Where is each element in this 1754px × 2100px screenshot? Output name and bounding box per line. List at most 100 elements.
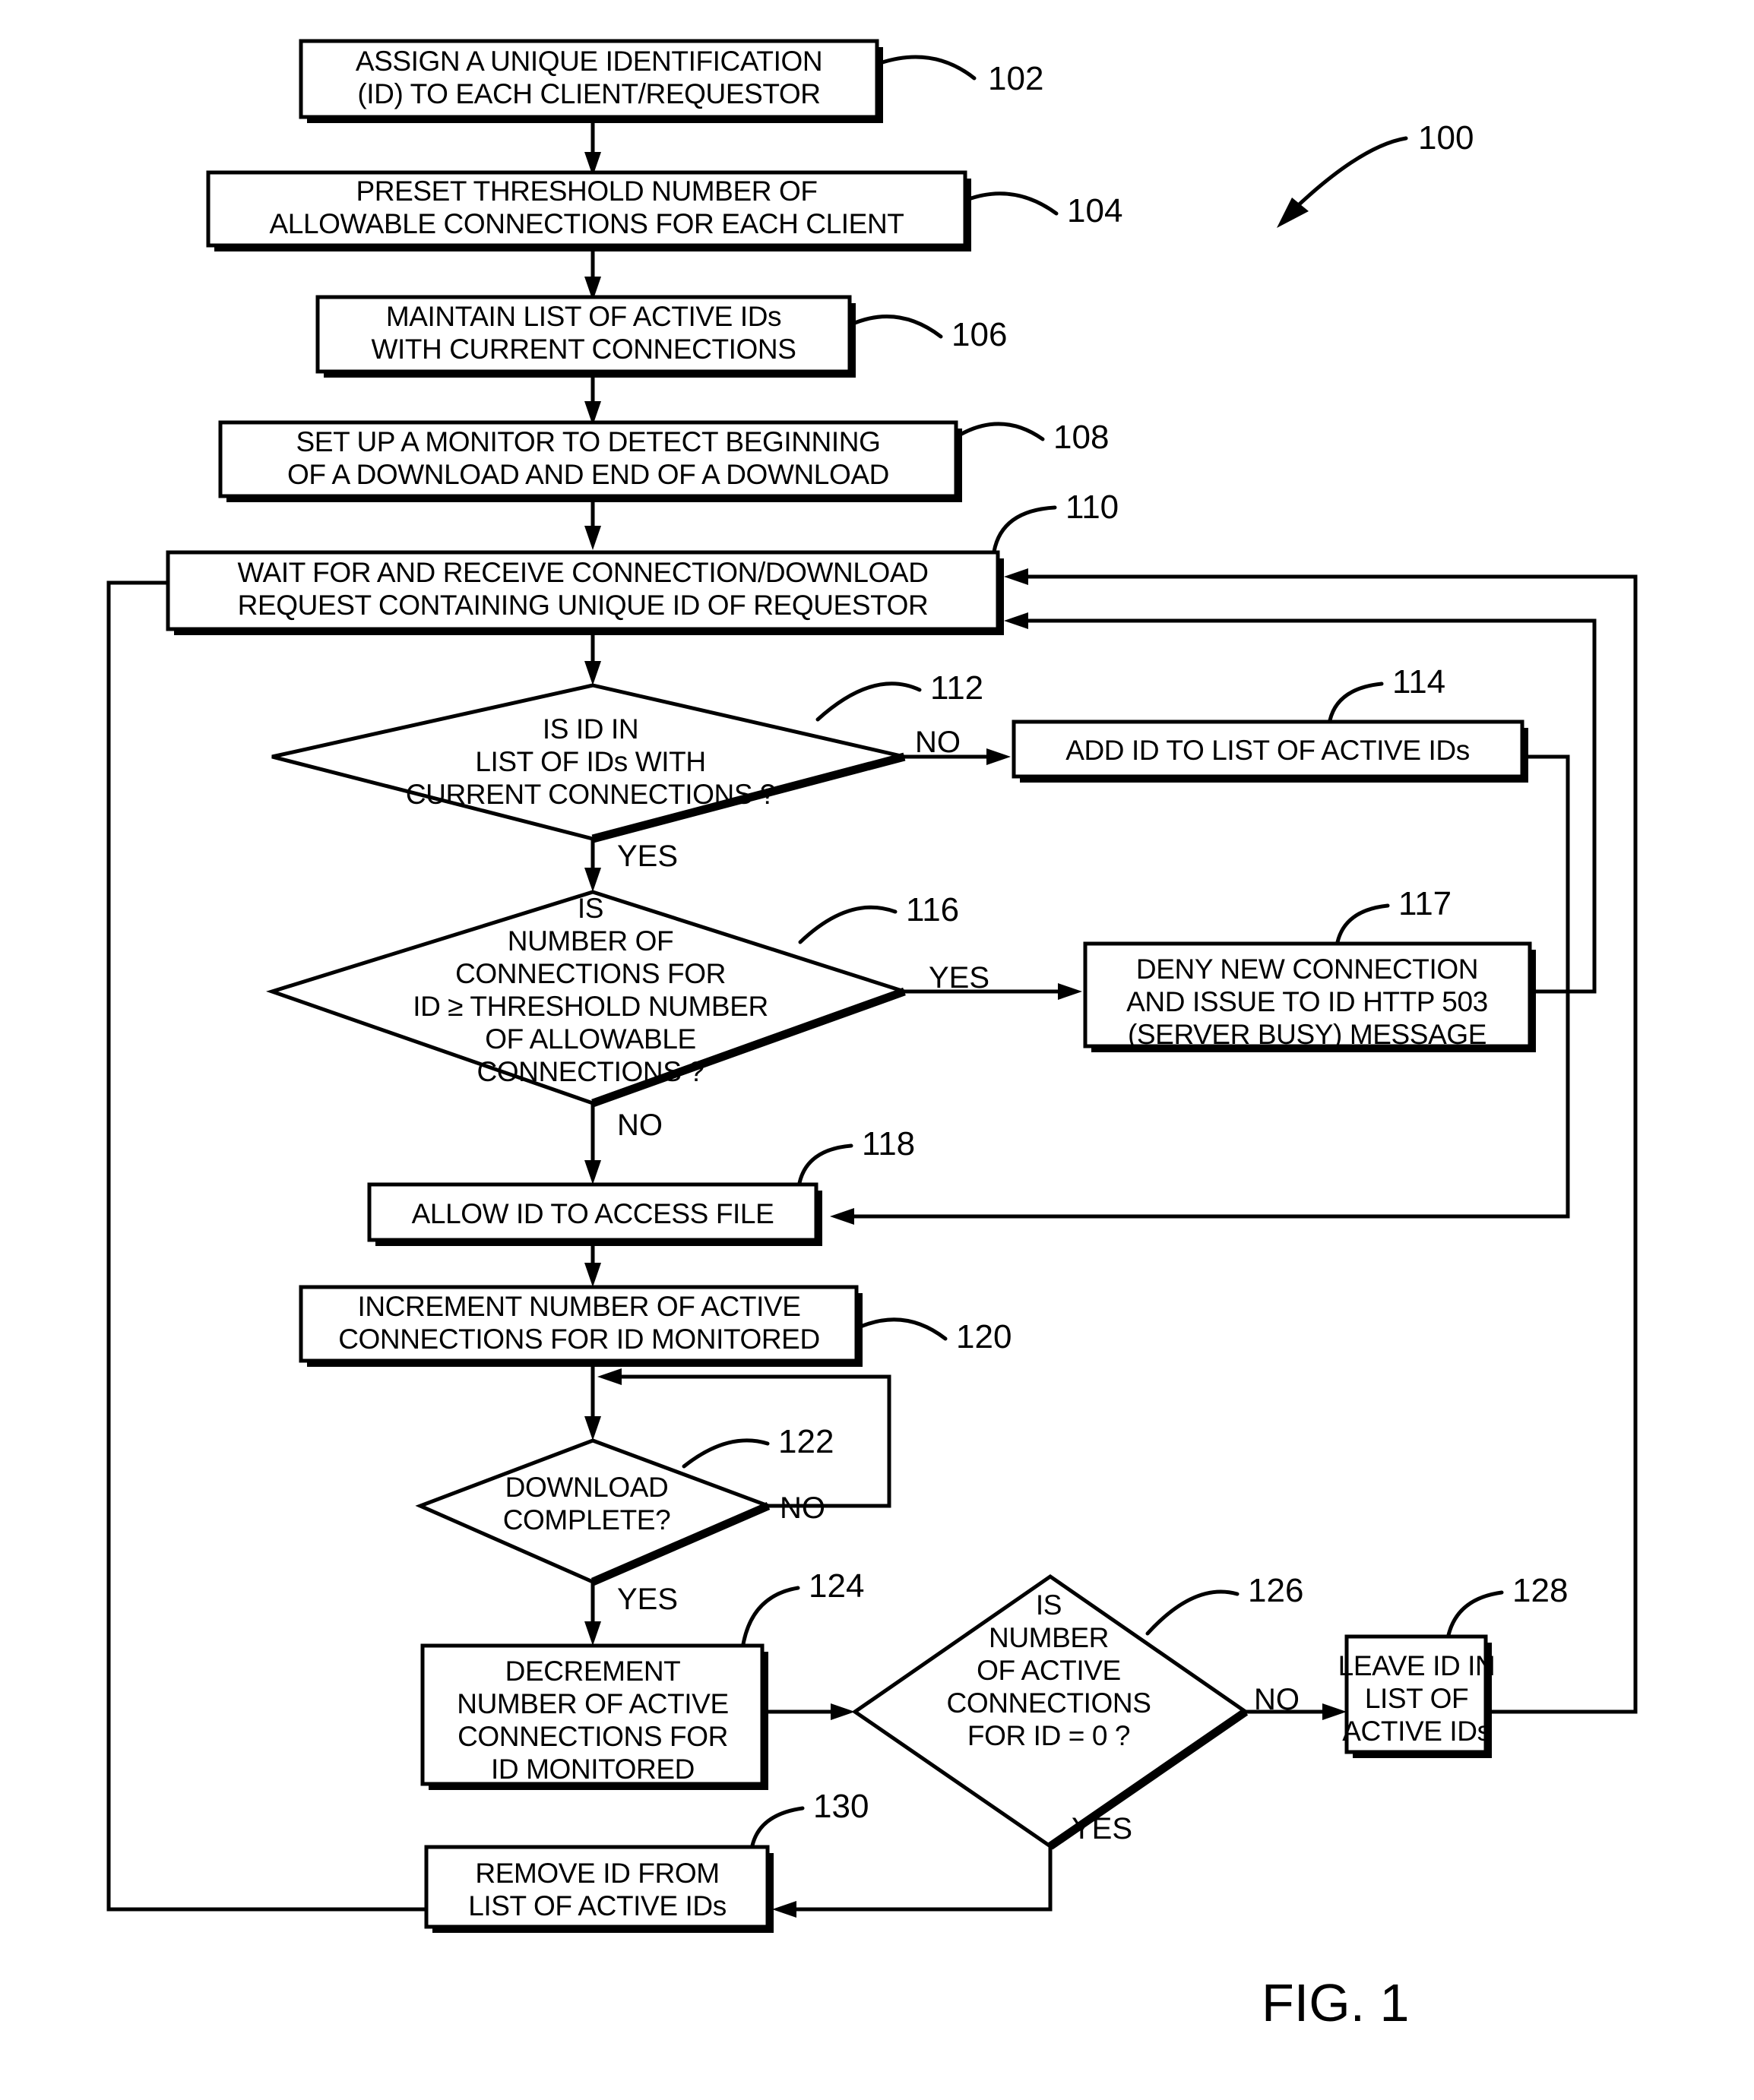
node-label-line: LEAVE ID IN bbox=[1338, 1650, 1496, 1681]
node-label-line: REMOVE ID FROM bbox=[475, 1858, 719, 1889]
leader-line bbox=[1335, 903, 1390, 944]
ref-numeral: 116 bbox=[906, 891, 959, 928]
arrowhead bbox=[986, 748, 1011, 765]
figure-label: FIG. 1 bbox=[1262, 1973, 1409, 2032]
node-102[interactable]: ASSIGN A UNIQUE IDENTIFICATION (ID) TO E… bbox=[299, 39, 1043, 123]
leader-line bbox=[964, 191, 1059, 216]
node-label-line: REQUEST CONTAINING UNIQUE ID OF REQUESTO… bbox=[238, 590, 929, 621]
branch-label-yes: YES bbox=[929, 961, 989, 995]
arrowhead bbox=[1004, 568, 1028, 585]
node-label-line: ADD ID TO LIST OF ACTIVE IDs bbox=[1065, 735, 1470, 766]
node-label-line: DOWNLOAD bbox=[505, 1472, 669, 1503]
leader-line bbox=[1145, 1589, 1240, 1636]
arrowhead bbox=[584, 661, 601, 685]
overall-reference: 100 bbox=[1277, 119, 1474, 228]
node-label-line: LIST OF ACTIVE IDs bbox=[468, 1890, 727, 1921]
flowchart-svg: ASSIGN A UNIQUE IDENTIFICATION (ID) TO E… bbox=[106, 39, 1638, 2032]
node-label-line: SET UP A MONITOR TO DETECT BEGINNING bbox=[296, 426, 881, 457]
node-117[interactable]: DENY NEW CONNECTION AND ISSUE TO ID HTTP… bbox=[1083, 885, 1536, 1052]
ref-numeral: 126 bbox=[1248, 1572, 1303, 1609]
branch-label-yes: YES bbox=[1072, 1812, 1132, 1845]
ref-numeral: 114 bbox=[1392, 663, 1445, 701]
leader-line bbox=[815, 682, 922, 722]
node-label-line: IS bbox=[578, 893, 603, 924]
leader-curve bbox=[1290, 136, 1408, 213]
node-label-line: INCREMENT NUMBER OF ACTIVE bbox=[357, 1291, 800, 1322]
leader-line bbox=[855, 1317, 948, 1341]
arrowhead bbox=[584, 1621, 601, 1646]
leader-line bbox=[849, 315, 943, 339]
node-label-line: DECREMENT bbox=[505, 1656, 681, 1687]
arrowhead bbox=[584, 868, 601, 892]
edge-117-110-return bbox=[1015, 618, 1597, 994]
arrowhead bbox=[772, 1901, 796, 1918]
node-label-line: IS ID IN bbox=[543, 713, 638, 745]
node-label-line: WAIT FOR AND RECEIVE CONNECTION/DOWNLOAD bbox=[237, 557, 928, 588]
leader-line bbox=[798, 905, 898, 944]
leader-line bbox=[750, 1806, 805, 1848]
node-label-line: COMPLETE? bbox=[503, 1504, 671, 1535]
node-label-line: CONNECTIONS FOR bbox=[457, 1721, 728, 1752]
arrowhead bbox=[584, 1263, 601, 1287]
arrowhead bbox=[584, 1416, 601, 1441]
branch-label-no: NO bbox=[617, 1109, 663, 1142]
arrowhead bbox=[597, 1368, 622, 1385]
branch-label-yes: YES bbox=[617, 1583, 678, 1616]
node-label-line: ALLOW ID TO ACCESS FILE bbox=[412, 1198, 774, 1229]
leader-line bbox=[992, 505, 1057, 554]
ref-numeral: 110 bbox=[1065, 489, 1119, 526]
leader-line bbox=[878, 55, 977, 81]
ref-numeral: 124 bbox=[809, 1567, 864, 1605]
node-label-line: OF ACTIVE bbox=[977, 1655, 1121, 1686]
node-label-line: DENY NEW CONNECTION bbox=[1136, 954, 1478, 985]
node-label-line: AND ISSUE TO ID HTTP 503 bbox=[1126, 986, 1488, 1017]
node-112[interactable]: IS ID IN LIST OF IDs WITH CURRENT CONNEC… bbox=[271, 669, 983, 873]
arrowhead bbox=[1058, 983, 1082, 1000]
node-label-line: CURRENT CONNECTIONS ? bbox=[406, 779, 775, 810]
arrowhead bbox=[1004, 612, 1028, 629]
ref-numeral: 122 bbox=[778, 1423, 834, 1460]
ref-numeral: 100 bbox=[1418, 119, 1474, 157]
leader-line bbox=[741, 1586, 800, 1646]
leader-line bbox=[1446, 1590, 1504, 1637]
ref-numeral: 102 bbox=[988, 60, 1043, 97]
node-label-line: IS bbox=[1036, 1589, 1062, 1621]
node-label-line: LIST OF bbox=[1365, 1683, 1468, 1714]
node-label-line: CONNECTIONS FOR bbox=[455, 958, 726, 989]
node-label-line: ACTIVE IDs bbox=[1342, 1716, 1490, 1747]
branch-label-no: NO bbox=[780, 1491, 825, 1525]
node-128[interactable]: LEAVE ID IN LIST OF ACTIVE IDs 128 bbox=[1338, 1572, 1569, 1758]
branch-label-no: NO bbox=[1254, 1683, 1300, 1716]
node-104[interactable]: PRESET THRESHOLD NUMBER OF ALLOWABLE CON… bbox=[206, 170, 1122, 251]
patent-figure: ASSIGN A UNIQUE IDENTIFICATION (ID) TO E… bbox=[0, 0, 1754, 2100]
node-label-line: (ID) TO EACH CLIENT/REQUESTOR bbox=[357, 78, 820, 109]
node-label-line: NUMBER OF bbox=[508, 925, 673, 957]
leader-line bbox=[955, 422, 1045, 441]
ref-numeral: 108 bbox=[1053, 419, 1109, 456]
ref-numeral: 104 bbox=[1067, 192, 1122, 229]
node-label-line: PRESET THRESHOLD NUMBER OF bbox=[356, 176, 817, 207]
node-label-line: ID MONITORED bbox=[491, 1754, 695, 1785]
node-120[interactable]: INCREMENT NUMBER OF ACTIVE CONNECTIONS F… bbox=[299, 1285, 1012, 1367]
branch-label-no: NO bbox=[915, 726, 961, 759]
ref-numeral: 128 bbox=[1512, 1572, 1568, 1609]
node-108[interactable]: SET UP A MONITOR TO DETECT BEGINNING OF … bbox=[218, 419, 1109, 502]
node-label-line: ASSIGN A UNIQUE IDENTIFICATION bbox=[356, 46, 822, 77]
node-label-line: OF A DOWNLOAD AND END OF A DOWNLOAD bbox=[287, 459, 889, 490]
node-122[interactable]: DOWNLOAD COMPLETE? 122 NO YES bbox=[415, 1423, 834, 1616]
node-126[interactable]: IS NUMBER OF ACTIVE CONNECTIONS FOR ID =… bbox=[851, 1572, 1303, 1850]
node-label-line: CONNECTIONS bbox=[947, 1687, 1151, 1719]
node-label-line: OF ALLOWABLE bbox=[485, 1023, 696, 1055]
node-114[interactable]: ADD ID TO LIST OF ACTIVE IDs 114 bbox=[1012, 663, 1528, 783]
node-110[interactable]: WAIT FOR AND RECEIVE CONNECTION/DOWNLOAD… bbox=[166, 489, 1119, 635]
ref-numeral: 120 bbox=[956, 1318, 1012, 1355]
node-106[interactable]: MAINTAIN LIST OF ACTIVE IDs WITH CURRENT… bbox=[315, 295, 1007, 378]
node-label-line: WITH CURRENT CONNECTIONS bbox=[371, 334, 796, 365]
node-label-line: CONNECTIONS ? bbox=[476, 1056, 704, 1087]
node-116[interactable]: IS NUMBER OF CONNECTIONS FOR ID ≥ THRESH… bbox=[266, 890, 989, 1142]
node-label-line: MAINTAIN LIST OF ACTIVE IDs bbox=[386, 301, 781, 332]
node-label-line: CONNECTIONS FOR ID MONITORED bbox=[338, 1324, 820, 1355]
node-118[interactable]: ALLOW ID TO ACCESS FILE 118 bbox=[367, 1125, 915, 1246]
ref-numeral: 112 bbox=[930, 669, 983, 707]
ref-numeral: 106 bbox=[951, 316, 1007, 353]
